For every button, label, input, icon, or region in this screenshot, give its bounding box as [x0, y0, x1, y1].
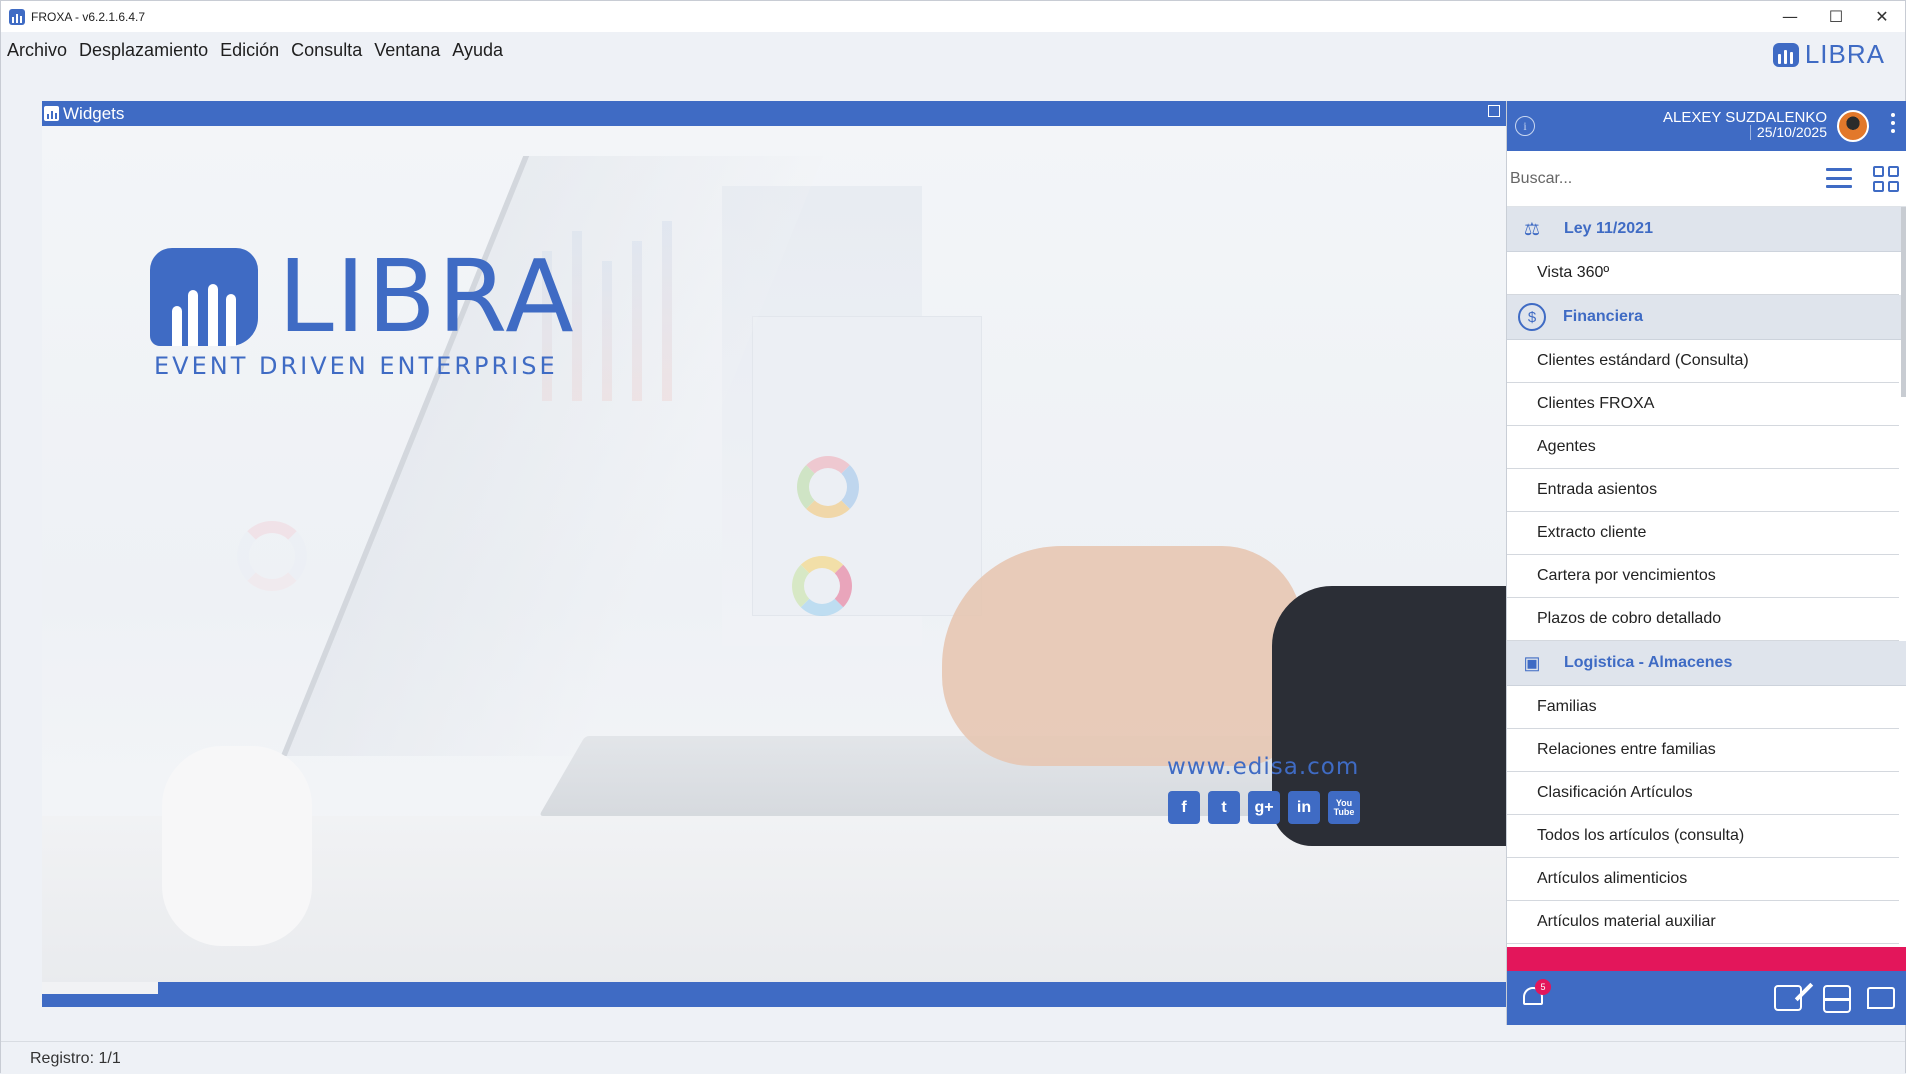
menu-edicion[interactable]: Edición	[220, 40, 279, 61]
section-label: Financiera	[1563, 308, 1644, 325]
section-logistica-almacenes[interactable]: ▣ Logistica - Almacenes	[1507, 641, 1906, 686]
youtube-icon[interactable]: You Tube	[1328, 791, 1360, 824]
notification-badge: 5	[1535, 979, 1551, 995]
menu-item[interactable]: Entrada asientos	[1507, 469, 1899, 512]
menu-consulta[interactable]: Consulta	[291, 40, 362, 61]
close-button[interactable]: ✕	[1859, 1, 1905, 32]
window-title: FROXA - v6.2.1.6.4.7	[31, 9, 146, 24]
libra-logo-icon	[1772, 42, 1799, 67]
menu-item[interactable]: Cartera por vencimientos	[1507, 555, 1899, 598]
hero-tagline: EVENT DRIVEN ENTERPRISE	[154, 352, 558, 380]
user-name: ALEXEY SUZDALENKO	[1663, 109, 1827, 126]
facebook-icon[interactable]: f	[1168, 791, 1200, 824]
record-status: Registro: 1/1	[30, 1050, 121, 1067]
linkedin-icon[interactable]: in	[1288, 791, 1320, 824]
more-options-icon[interactable]	[1891, 113, 1895, 133]
law-scale-icon: ⚖	[1523, 218, 1541, 239]
chat-icon[interactable]	[1867, 987, 1895, 1009]
menu-list: ⚖ Ley 11/2021 Vista 360º $ Financiera Cl…	[1507, 207, 1906, 947]
background-donut	[797, 456, 859, 518]
app-window: FROXA - v6.2.1.6.4.7 — ☐ ✕ Archivo Despl…	[0, 0, 1906, 1074]
dollar-icon: $	[1518, 303, 1546, 331]
user-info: ALEXEY SUZDALENKO 25/10/2025	[1663, 110, 1827, 140]
section-label: Ley 11/2021	[1564, 220, 1653, 237]
side-panel: i ALEXEY SUZDALENKO 25/10/2025 ⚖ Ley 11/…	[1506, 101, 1906, 1025]
hero-banner: LIBRA EVENT DRIVEN ENTERPRISE www.edisa.…	[42, 126, 1506, 982]
footer-gap	[42, 982, 158, 994]
list-view-icon[interactable]	[1826, 168, 1852, 188]
widgets-footer-bar	[42, 982, 1506, 1007]
widgets-icon	[44, 106, 59, 121]
accent-bar	[1507, 947, 1906, 971]
menu-item[interactable]: Todos los artículos (consulta)	[1507, 815, 1899, 858]
twitter-icon[interactable]: t	[1208, 791, 1240, 824]
search-input[interactable]	[1510, 167, 1790, 191]
menu-item[interactable]: Relaciones entre familias	[1507, 729, 1899, 772]
menu-item[interactable]: Clientes FROXA	[1507, 383, 1899, 426]
maximize-button[interactable]: ☐	[1813, 1, 1859, 32]
hero-url: www.edisa.com	[1167, 754, 1360, 780]
bell-icon[interactable]: 5	[1521, 979, 1551, 1009]
social-links: f t g+ in You Tube	[1168, 791, 1360, 824]
app-logo-icon	[9, 8, 25, 25]
menu-item[interactable]: Agentes	[1507, 426, 1899, 469]
side-header: i ALEXEY SUZDALENKO 25/10/2025	[1507, 101, 1906, 151]
background-dashboard	[752, 316, 982, 616]
background-hand	[942, 546, 1302, 766]
menu-item[interactable]: Plazos de cobro detallado	[1507, 598, 1899, 641]
section-label: Logistica - Almacenes	[1564, 654, 1733, 671]
search-row	[1507, 151, 1906, 207]
section-ley-11-2021[interactable]: ⚖ Ley 11/2021	[1507, 207, 1906, 252]
menu-item[interactable]: Clientes estándard (Consulta)	[1507, 340, 1899, 383]
background-donut	[792, 556, 852, 616]
menu-ayuda[interactable]: Ayuda	[452, 40, 503, 61]
menu-ventana[interactable]: Ventana	[374, 40, 440, 61]
menu-item[interactable]: Familias	[1507, 686, 1899, 729]
info-icon[interactable]: i	[1515, 116, 1535, 136]
menu-archivo[interactable]: Archivo	[7, 40, 67, 61]
restore-icon[interactable]	[1488, 105, 1500, 117]
menu-item[interactable]: Vista 360º	[1507, 252, 1899, 295]
background-donut	[237, 521, 307, 591]
menu-item[interactable]: Extracto cliente	[1507, 512, 1899, 555]
brand-logo: LIBRA	[1772, 39, 1885, 70]
avatar[interactable]	[1837, 110, 1869, 142]
title-bar: FROXA - v6.2.1.6.4.7 — ☐ ✕	[1, 1, 1905, 32]
menu-item[interactable]: Clasificación Artículos	[1507, 772, 1899, 815]
status-bar: Registro: 1/1	[1, 1041, 1905, 1074]
menu-item[interactable]: Artículos material auxiliar	[1507, 901, 1899, 944]
menu-bar: Archivo Desplazamiento Edición Consulta …	[1, 32, 1905, 68]
google-plus-icon[interactable]: g+	[1248, 791, 1280, 824]
minimize-button[interactable]: —	[1767, 1, 1813, 32]
box-icon: ▣	[1523, 652, 1541, 673]
background-cup	[162, 746, 312, 946]
edit-icon[interactable]	[1774, 985, 1802, 1011]
server-icon[interactable]	[1823, 985, 1851, 1013]
widgets-title: Widgets	[63, 103, 125, 123]
libra-hero-logo: LIBRA EVENT DRIVEN ENTERPRISE	[150, 238, 576, 380]
hero-logo-word: LIBRA	[278, 238, 576, 355]
section-financiera[interactable]: $ Financiera	[1507, 295, 1906, 340]
menu-scrollbar[interactable]	[1901, 207, 1906, 397]
grid-view-icon[interactable]	[1873, 166, 1899, 192]
side-footer: 5	[1507, 971, 1906, 1025]
menu-desplazamiento[interactable]: Desplazamiento	[79, 40, 208, 61]
current-date: 25/10/2025	[1749, 125, 1827, 140]
widgets-header: Widgets	[42, 101, 1506, 126]
libra-mark-icon	[150, 248, 258, 346]
menu-item[interactable]: Artículos alimenticios	[1507, 858, 1899, 901]
brand-word: LIBRA	[1804, 39, 1885, 69]
